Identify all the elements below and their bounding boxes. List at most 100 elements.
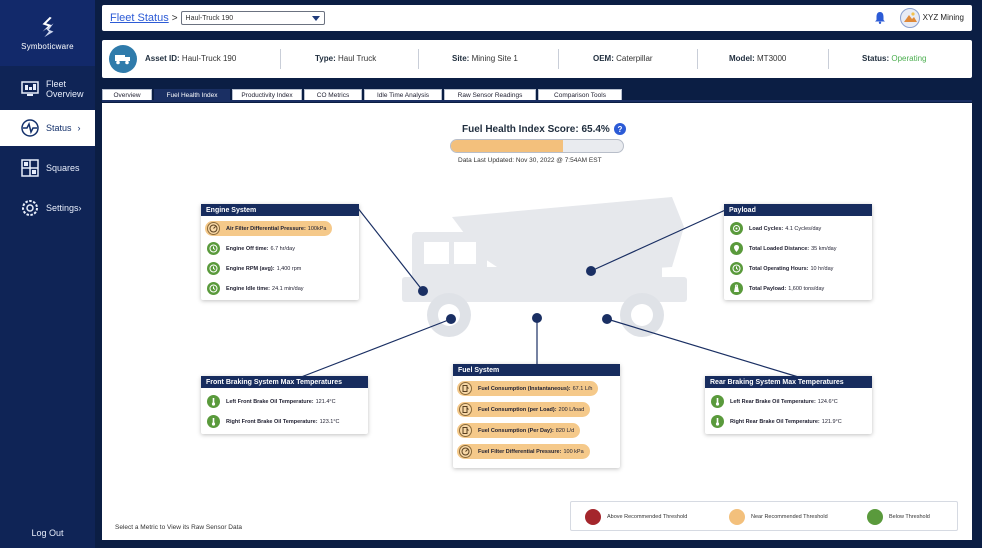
engine-system-card[interactable]: Engine System Air Filter Differential Pr… — [201, 204, 359, 300]
metric-fuel-filter-pressure[interactable]: Fuel Filter Differential Pressure: 100 kP… — [457, 444, 590, 459]
notification-bell-icon[interactable] — [874, 11, 886, 24]
gauge-icon — [459, 445, 472, 458]
metric-engine-off-time[interactable]: Engine Off time: 6.7 hr/day — [205, 241, 301, 256]
asset-site-label: Site: — [452, 54, 470, 63]
metric-value: 1,600 tons/day — [788, 285, 825, 292]
metric-fuel-consumption-instantaneous[interactable]: Fuel Consumption (Instantaneous): 67.1 L/… — [457, 381, 599, 396]
metric-name: Total Payload: — [749, 285, 787, 292]
fuel-system-card[interactable]: Fuel System Fuel Consumption (Instantane… — [453, 364, 620, 468]
logout-button[interactable]: Log Out — [0, 528, 95, 538]
fuel-system-hotspot[interactable] — [532, 313, 542, 323]
metric-value: 35 km/day — [811, 245, 837, 252]
metric-value: 4.1 Cycles/day — [785, 225, 822, 232]
thermometer-icon — [711, 415, 724, 428]
engine-hotspot[interactable] — [418, 286, 428, 296]
top-header: Fleet Status > Haul-Truck 190 XYZ Mining — [102, 5, 972, 31]
thermometer-icon — [711, 395, 724, 408]
metric-left-front-brake-temp[interactable]: Left Front Brake Oil Temperature: 121.4°C — [205, 394, 342, 409]
metric-value: 100 kPa — [563, 448, 584, 455]
pulse-icon — [20, 118, 40, 138]
metric-engine-rpm[interactable]: Engine RPM (avg): 1,400 rpm — [205, 261, 307, 276]
metric-name: Right Rear Brake Oil Temperature: — [730, 418, 820, 425]
metric-value: 200 L/load — [558, 406, 585, 413]
metric-value: 1,400 rpm — [276, 265, 302, 272]
asset-status-label: Status: — [862, 54, 890, 63]
org-name[interactable]: XYZ Mining — [923, 13, 964, 22]
front-braking-card[interactable]: Front Braking System Max Temperatures Le… — [201, 376, 368, 434]
rear-brake-hotspot[interactable] — [602, 314, 612, 324]
tab-co-metrics[interactable]: CO Metrics — [304, 89, 362, 100]
load-icon — [730, 222, 743, 235]
metric-name: Engine Idle time: — [226, 285, 271, 292]
metric-name: Total Operating Hours: — [749, 265, 809, 272]
metric-value: 124.6°C — [817, 398, 838, 405]
metric-load-cycles[interactable]: Load Cycles: 4.1 Cycles/day — [728, 221, 827, 236]
sidebar-item-label: Fleet Overview — [46, 79, 84, 99]
org-avatar[interactable] — [900, 8, 920, 28]
metric-value: 10 hr/day — [810, 265, 834, 272]
chevron-right-icon: › — [77, 123, 81, 133]
metric-value: 820 L/d — [555, 427, 575, 434]
metric-left-rear-brake-temp[interactable]: Left Rear Brake Oil Temperature: 124.6°C — [709, 394, 844, 409]
fleet-label-line2: Overview — [46, 89, 84, 99]
tab-productivity-index[interactable]: Productivity Index — [232, 89, 302, 100]
tab-idle-time-analysis[interactable]: Idle Time Analysis — [364, 89, 442, 100]
metric-right-front-brake-temp[interactable]: Right Front Brake Oil Temperature: 123.1°… — [205, 414, 346, 429]
asset-model-label: Model: — [729, 54, 755, 63]
front-brake-hotspot[interactable] — [446, 314, 456, 324]
truck-icon — [109, 45, 137, 73]
sidebar-item-settings[interactable]: Settings › — [0, 192, 95, 224]
legend-dot — [867, 509, 883, 525]
tab-fuel-health-index[interactable]: Fuel Health Index — [154, 89, 230, 100]
breadcrumb-fleet-status-link[interactable]: Fleet Status — [110, 12, 169, 24]
asset-site: Site: Mining Site 1 — [452, 54, 518, 63]
status-badge: Operating — [891, 54, 927, 63]
asset-model: Model: MT3000 — [729, 54, 786, 63]
metric-name: Fuel Filter Differential Pressure: — [478, 448, 562, 455]
rear-braking-card[interactable]: Rear Braking System Max Temperatures Lef… — [705, 376, 872, 434]
metric-air-filter-pressure[interactable]: Air Filter Differential Pressure: 100kPa — [205, 221, 333, 236]
metric-engine-idle-time[interactable]: Engine Idle time: 24.1 min/day — [205, 281, 310, 296]
metric-total-operating-hours[interactable]: Total Operating Hours: 10 hr/day — [728, 261, 839, 276]
brand-name: Symboticware — [21, 41, 74, 51]
metric-name: Load Cycles: — [749, 225, 784, 232]
card-title: Engine System — [201, 204, 359, 216]
metric-fuel-consumption-per-load[interactable]: Fuel Consumption (per Load): 200 L/load — [457, 402, 591, 417]
fleet-overview-icon — [20, 79, 40, 99]
clock-icon — [207, 282, 220, 295]
asset-status: Status: Operating — [862, 54, 927, 63]
asset-site-value: Mining Site 1 — [471, 54, 518, 63]
connector-lines — [295, 206, 806, 380]
legend-below-threshold: Below Threshold — [867, 509, 930, 525]
metric-name: Total Loaded Distance: — [749, 245, 810, 252]
sidebar-item-label: Status — [46, 123, 72, 133]
payload-card[interactable]: Payload Load Cycles: 4.1 Cycles/day Total… — [724, 204, 872, 300]
fuel-pump-icon — [459, 424, 472, 437]
metric-total-loaded-distance[interactable]: Total Loaded Distance: 35 km/day — [728, 241, 842, 256]
divider — [418, 49, 419, 69]
card-title: Payload — [724, 204, 872, 216]
divider — [697, 49, 698, 69]
asset-type-value: Haul Truck — [337, 54, 377, 63]
tab-overview[interactable]: Overview — [102, 89, 152, 100]
chevron-right-icon: › — [78, 203, 82, 213]
metric-total-payload[interactable]: Total Payload: 1,600 tons/day — [728, 281, 830, 296]
payload-hotspot[interactable] — [586, 266, 596, 276]
legend-near-threshold: Near Recommended Threshold — [729, 509, 828, 525]
sidebar-item-status[interactable]: Status › — [0, 110, 95, 146]
asset-oem: OEM: Caterpillar — [593, 54, 653, 63]
asset-select-dropdown[interactable]: Haul-Truck 190 — [180, 11, 325, 25]
tab-raw-sensor-readings[interactable]: Raw Sensor Readings — [444, 89, 536, 100]
brand-logo[interactable]: Symboticware — [0, 0, 95, 66]
metric-name: Air Filter Differential Pressure: — [226, 225, 306, 232]
metric-right-rear-brake-temp[interactable]: Right Rear Brake Oil Temperature: 121.9°C — [709, 414, 848, 429]
metric-fuel-consumption-per-day[interactable]: Fuel Consumption (Per Day): 820 L/d — [457, 423, 581, 438]
metric-value: 100kPa — [307, 225, 327, 232]
fuel-pump-icon — [459, 382, 472, 395]
metric-name: Fuel Consumption (Per Day): — [478, 427, 554, 434]
asset-oem-label: OEM: — [593, 54, 614, 63]
tab-comparison-tools[interactable]: Comparison Tools — [538, 89, 622, 100]
asset-oem-value: Caterpillar — [616, 54, 653, 63]
sidebar-item-squares[interactable]: Squares — [0, 152, 95, 184]
sidebar-item-fleet-overview[interactable]: Fleet Overview — [0, 72, 95, 106]
